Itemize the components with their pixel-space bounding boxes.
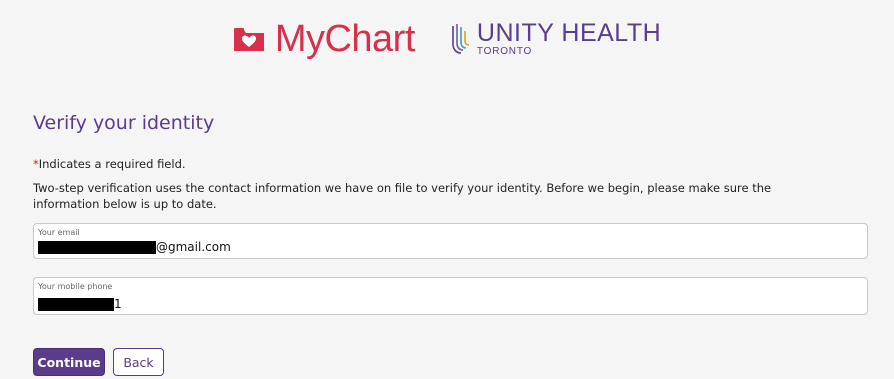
mychart-wordmark: MyChart xyxy=(274,18,416,60)
unity-health-logo: UNITY HEALTH TORONTO xyxy=(449,21,661,57)
mychart-logo: MyChart xyxy=(233,20,415,58)
unity-health-wordmark: UNITY HEALTH TORONTO xyxy=(477,21,661,57)
email-field-label: Your email xyxy=(38,228,80,237)
mobile-phone-field[interactable]: Your mobile phone 1 xyxy=(33,277,868,315)
mobile-phone-field-value[interactable]: 1 xyxy=(38,297,122,311)
unity-health-name: UNITY HEALTH xyxy=(476,19,662,47)
unity-health-city: TORONTO xyxy=(476,46,533,57)
continue-button[interactable]: Continue xyxy=(33,348,105,376)
email-redaction xyxy=(38,240,156,254)
email-field-value[interactable]: @gmail.com xyxy=(38,240,231,254)
email-field[interactable]: Your email @gmail.com xyxy=(33,223,868,259)
verification-instructions: Two-step verification uses the contact i… xyxy=(33,181,772,211)
back-button[interactable]: Back xyxy=(113,348,164,376)
phone-redaction xyxy=(38,297,114,311)
mobile-phone-field-label: Your mobile phone xyxy=(38,282,113,291)
required-field-note: *Indicates a required field. xyxy=(33,157,186,171)
email-domain: @gmail.com xyxy=(156,240,231,254)
required-note-text: Indicates a required field. xyxy=(38,157,186,171)
mychart-folder-heart-icon xyxy=(233,28,264,51)
verify-identity-page: MyChart UNITY HEALTH TORONTO Verify your… xyxy=(0,0,894,379)
page-title: Verify your identity xyxy=(33,112,215,134)
page-header: MyChart UNITY HEALTH TORONTO xyxy=(0,14,894,64)
phone-last-digit: 1 xyxy=(114,297,122,311)
unity-health-logo-icon xyxy=(452,24,469,54)
